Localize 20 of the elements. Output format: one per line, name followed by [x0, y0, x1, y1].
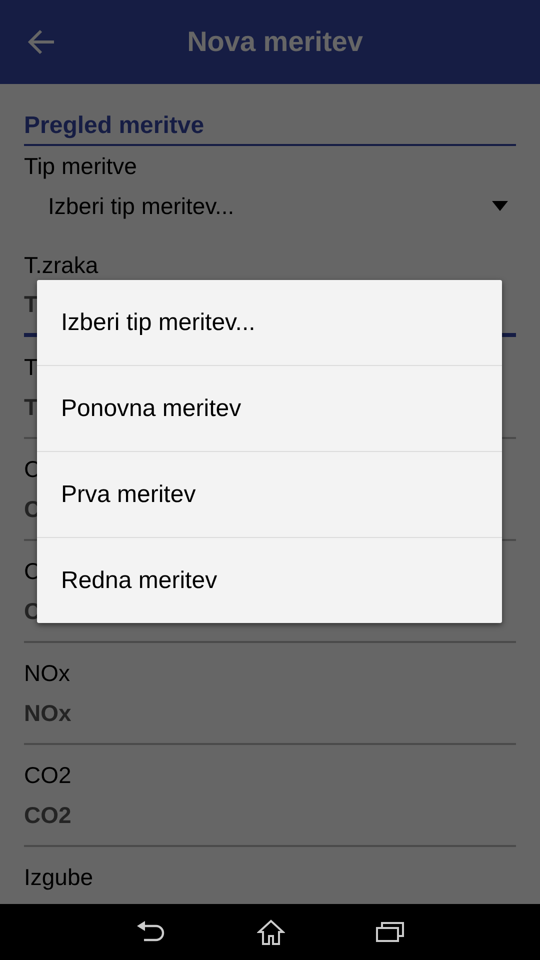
home-icon[interactable] — [256, 919, 285, 945]
field-label: NOx — [24, 659, 71, 688]
field-label: T.zraka — [24, 251, 100, 280]
back-icon[interactable] — [136, 921, 166, 943]
dropdown-caret-icon — [492, 201, 508, 211]
menu-option[interactable]: Ponovna meritev — [37, 365, 502, 451]
field-label: CO2 — [24, 761, 72, 790]
input-field[interactable]: CO2 — [24, 795, 516, 847]
menu-option[interactable]: Prva meritev — [37, 451, 502, 537]
dropdown-spinner[interactable]: Izberi tip meritev... — [24, 186, 516, 226]
menu-option[interactable]: Redna meritev — [37, 537, 502, 623]
back-arrow-icon[interactable] — [28, 29, 56, 55]
field-label: Izgube — [24, 863, 94, 892]
screen-title: Nova meritev — [187, 26, 363, 58]
menu-option[interactable]: Izberi tip meritev... — [37, 280, 502, 365]
recent-apps-icon[interactable] — [376, 922, 404, 942]
section-header: Pregled meritve — [24, 108, 516, 146]
input-field[interactable]: NOx — [24, 693, 516, 745]
field-label: Tip meritve — [24, 152, 138, 181]
field-label: T — [24, 353, 40, 382]
